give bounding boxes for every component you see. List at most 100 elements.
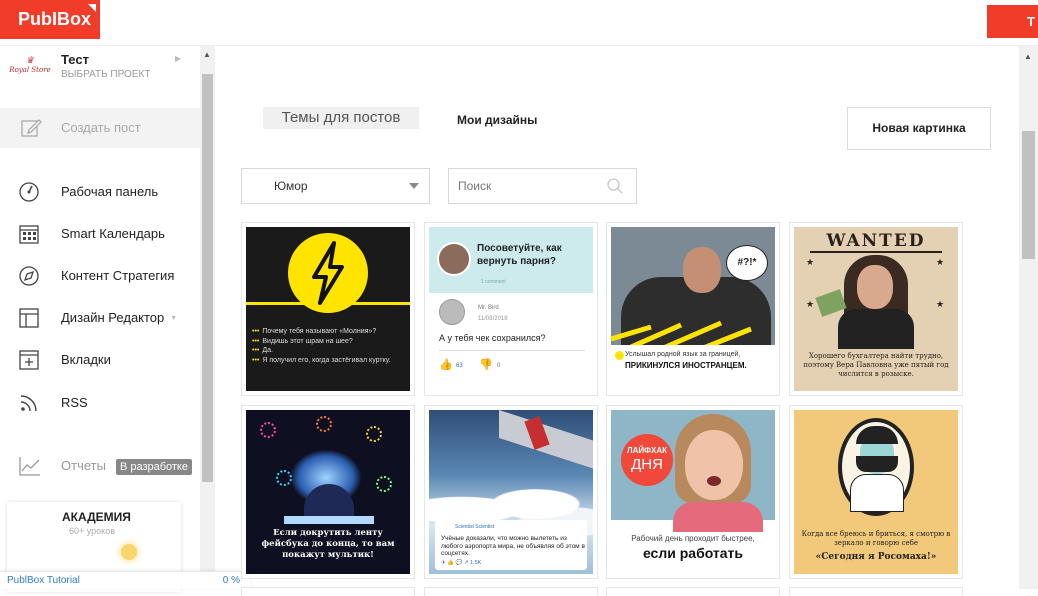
logo-text: PubIBox — [18, 9, 92, 29]
sidebar-item-label: Отчеты — [61, 458, 106, 473]
edit-icon — [21, 119, 42, 137]
main-scroll-thumb[interactable] — [1022, 131, 1035, 259]
template-advice: Посоветуйте, как вернуть парня? 1 commen… — [429, 227, 593, 391]
template-wanted: WANTED ★ ★ ★ ★ Хорошего бухгалтера найти… — [794, 227, 958, 391]
post-question: Посоветуйте, как вернуть парня? — [477, 243, 562, 267]
post-text: Учёные доказали, что можно вылететь из л… — [441, 535, 585, 557]
template-card[interactable] — [606, 587, 780, 596]
avatar — [439, 299, 465, 325]
sidebar-scroll-thumb[interactable] — [202, 74, 213, 482]
caption-line-2: ПРИКИНУЛСЯ ИНОСТРАНЦЕМ. — [625, 361, 747, 370]
logo-corner-icon — [88, 4, 96, 12]
template-wolverine: Когда все бреюсь и бриться, я смотрю в з… — [794, 410, 958, 574]
lightning-dialogue: ••• Почему тебя называют «Молния»? ••• Вид… — [252, 328, 391, 364]
star-icon: ★ — [936, 299, 945, 309]
top-cta-button[interactable]: Т — [987, 5, 1038, 38]
publbox-logo[interactable]: PubIBox — [0, 0, 100, 39]
comment-author: Mr. Bird — [478, 305, 499, 311]
template-card[interactable]: Когда все бреюсь и бриться, я смотрю в з… — [789, 405, 963, 579]
dialogue-line: Я получил его, когда застёгивал куртку. — [262, 356, 391, 364]
thumbs-up-icon: 👍 — [439, 359, 453, 371]
template-card[interactable]: Если докрутить ленту фейсбука до конца, … — [241, 405, 415, 579]
post-box: Scientist Scientist Учёные доказали, что… — [435, 520, 587, 570]
woman-body — [838, 309, 914, 349]
sidebar-item-rss[interactable]: RSS — [0, 388, 200, 418]
divider — [439, 350, 585, 351]
sidebar-item-calendar[interactable]: Smart Календарь — [0, 219, 200, 249]
girl-face — [685, 430, 743, 500]
category-value: Юмор — [274, 179, 308, 193]
main-scrollbar[interactable]: ▲ — [1019, 46, 1038, 589]
sidebar-item-design-editor[interactable]: Дизайн Редактор ▼ — [0, 303, 200, 333]
sidebar-item-reports[interactable]: Отчеты В разработке — [0, 451, 200, 481]
rss-icon — [20, 395, 37, 412]
template-card[interactable]: ••• Почему тебя называют «Молния»? ••• Вид… — [241, 222, 415, 396]
divider — [810, 251, 942, 253]
template-card[interactable]: WANTED ★ ★ ★ ★ Хорошего бухгалтера найти… — [789, 222, 963, 396]
sidebar-item-label: RSS — [61, 395, 88, 410]
sidebar-item-label: Рабочая панель — [61, 184, 159, 199]
comment-text: А у тебя чек сохранился? — [439, 333, 546, 343]
new-picture-button[interactable]: Новая картинка — [847, 107, 991, 150]
tutorial-bar[interactable]: PublBox Tutorial 0 % — [0, 571, 250, 589]
compass-icon — [19, 266, 39, 286]
template-card[interactable] — [241, 587, 415, 596]
template-lifehack: ЛАЙФХАК ДНЯ Рабочий день проходит быстре… — [611, 410, 775, 574]
create-post-button[interactable]: Создать пост — [0, 108, 200, 148]
sidebar-item-tabs[interactable]: Вкладки — [0, 345, 200, 375]
layout-icon — [19, 308, 39, 328]
template-card[interactable]: ЛАЙФХАК ДНЯ Рабочий день проходит быстре… — [606, 405, 780, 579]
academy-subtitle: 60+ уроков — [69, 526, 116, 536]
project-selector[interactable]: ♛ Royal Store Тест ВЫБРАТЬ ПРОЕКТ ▶ — [0, 46, 200, 92]
lightbulb-icon — [121, 544, 137, 560]
template-card[interactable] — [789, 587, 963, 596]
crown-icon: ♛ — [25, 56, 35, 66]
template-card[interactable] — [424, 587, 598, 596]
avatar — [437, 242, 471, 276]
girl-shirt — [673, 502, 763, 532]
caption-line-1: Когда все бреюсь и бриться, я смотрю в з… — [801, 530, 951, 547]
search-icon[interactable] — [606, 177, 624, 195]
calendar-icon — [19, 225, 39, 244]
dialogue-line: Да. — [262, 347, 273, 354]
template-card[interactable]: Посоветуйте, как вернуть парня? 1 commen… — [424, 222, 598, 396]
caption-line-1: Рабочий день проходит быстрее, — [631, 534, 755, 543]
sidebar-scrollbar[interactable]: ▲ — [200, 46, 215, 589]
money-icon — [815, 289, 847, 317]
sidebar-item-content-strategy[interactable]: Контент Стратегия — [0, 261, 200, 291]
category-select[interactable]: Юмор — [241, 168, 430, 204]
post-reactions: ✈ 👍 💬 ↗ 1.5K — [441, 560, 482, 566]
comment-count: 1 comment — [481, 279, 506, 285]
lightning-badge — [288, 233, 368, 313]
tab-my-designs[interactable]: Мои дизайны — [457, 113, 537, 127]
doodle-icon — [366, 426, 382, 442]
tutorial-progress: 0 % — [222, 575, 240, 586]
sidebar-item-label: Дизайн Редактор — [61, 310, 165, 325]
template-lightning: ••• Почему тебя называют «Молния»? ••• Вид… — [246, 227, 410, 391]
top-bar: PubIBox Т — [0, 0, 1038, 46]
yellow-dot — [615, 351, 624, 360]
scroll-up-arrow-icon[interactable]: ▲ — [1024, 52, 1032, 61]
post-author: Scientist Scientist — [455, 524, 495, 530]
tab-add-icon — [19, 350, 39, 370]
academy-title: АКАДЕМИЯ — [62, 510, 131, 524]
template-card[interactable]: #?!* Услышал родной язык за границей, ПР… — [606, 222, 780, 396]
man-face — [683, 247, 721, 293]
doodle-icon — [376, 476, 392, 492]
sidebar-item-label: Контент Стратегия — [61, 268, 175, 283]
cartoon-text: Если докрутить ленту фейсбука до конца, … — [261, 528, 395, 560]
chevron-right-icon: ▶ — [175, 54, 182, 63]
scroll-up-arrow-icon[interactable]: ▲ — [203, 50, 211, 59]
sidebar-item-label: Вкладки — [61, 352, 111, 367]
girl-mouth — [707, 476, 721, 486]
dialogue-line: Видишь этот шрам на шее? — [262, 337, 353, 345]
tab-post-themes[interactable]: Темы для постов — [263, 107, 419, 129]
template-card[interactable]: Scientist Scientist Учёные доказали, что… — [424, 405, 598, 579]
template-airport: Scientist Scientist Учёные доказали, что… — [429, 410, 593, 574]
sidebar-item-dashboard[interactable]: Рабочая панель — [0, 177, 200, 207]
caption-line-2: «Сегодня я Росомаха!» — [815, 552, 937, 562]
template-abroad: #?!* Услышал родной язык за границей, ПР… — [611, 227, 775, 391]
wanted-title: WANTED — [826, 231, 926, 251]
caption-line-1: Услышал родной язык за границей, — [625, 351, 741, 358]
badge-top-text: ЛАЙФХАК — [627, 446, 667, 455]
